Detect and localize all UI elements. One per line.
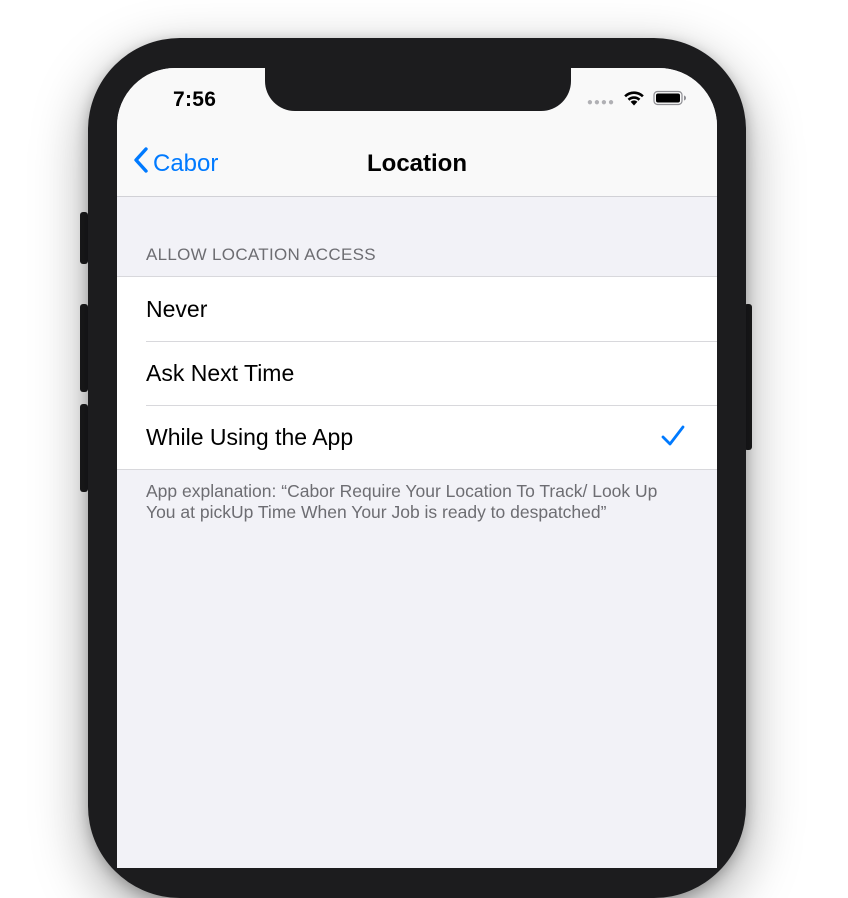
location-options-list: Never Ask Next Time While Using the App	[117, 276, 717, 470]
section-header: ALLOW LOCATION ACCESS	[146, 245, 376, 264]
volume-up-button	[80, 304, 88, 392]
option-never[interactable]: Never	[117, 277, 717, 341]
status-time: 7:56	[173, 88, 217, 111]
checkmark-icon	[661, 425, 685, 452]
option-ask-next-time[interactable]: Ask Next Time	[117, 341, 717, 405]
phone-screen: 7:56 ●●●● Cabor Location ALLOW LOCATION …	[117, 68, 717, 868]
option-label: Never	[146, 295, 208, 322]
mute-switch	[80, 212, 88, 264]
battery-icon	[653, 90, 687, 111]
navigation-bar: Cabor Location	[117, 132, 717, 197]
page-title: Location	[367, 150, 467, 177]
cellular-signal-icon: ●●●●	[586, 97, 615, 108]
status-icons: ●●●●	[587, 90, 687, 111]
option-label: Ask Next Time	[146, 359, 295, 386]
app-explanation-text: App explanation: “Cabor Require Your Loc…	[146, 481, 658, 522]
wifi-icon	[623, 90, 645, 111]
notch	[265, 68, 571, 111]
option-label: While Using the App	[146, 423, 354, 450]
option-while-using-the-app[interactable]: While Using the App	[117, 405, 717, 469]
volume-down-button	[80, 404, 88, 492]
